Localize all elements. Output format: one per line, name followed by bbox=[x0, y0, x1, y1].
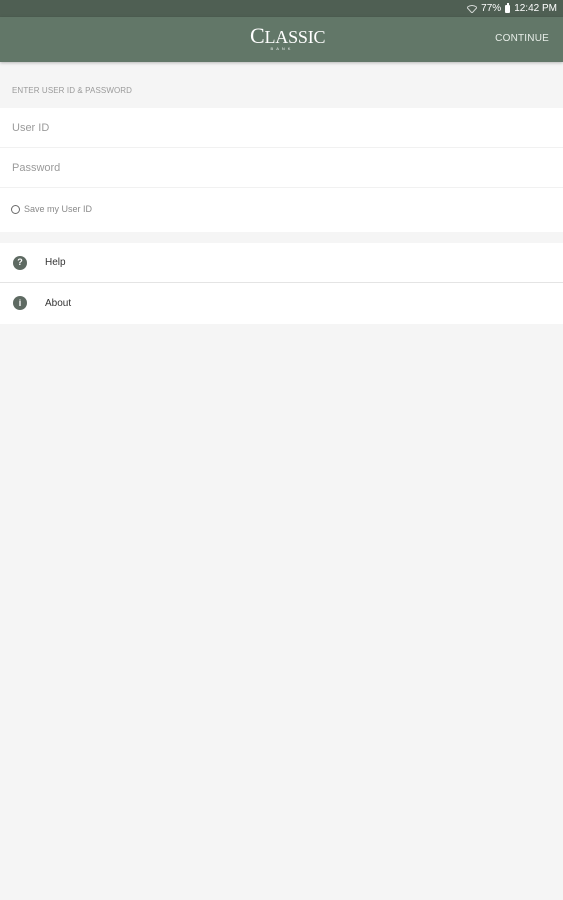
battery-icon bbox=[505, 3, 511, 13]
menu-item-help[interactable]: ? Help bbox=[0, 243, 563, 283]
menu-item-label: Help bbox=[45, 257, 66, 268]
menu-list: ? Help i About bbox=[0, 243, 563, 324]
app-bar: CLASSIC BANK CONTINUE bbox=[0, 17, 563, 62]
logo-wordmark: CLASSIC bbox=[250, 23, 326, 48]
continue-button[interactable]: CONTINUE bbox=[495, 33, 549, 44]
bank-logo: CLASSIC BANK bbox=[250, 23, 326, 54]
login-section-header: ENTER USER ID & PASSWORD bbox=[12, 86, 133, 95]
user-id-row bbox=[0, 108, 563, 148]
logo-subtitle: BANK bbox=[270, 46, 294, 51]
help-icon: ? bbox=[13, 255, 27, 270]
password-row bbox=[0, 148, 563, 188]
clock: 12:42 PM bbox=[514, 3, 557, 14]
user-id-input[interactable] bbox=[12, 118, 552, 138]
save-user-id-radio[interactable] bbox=[11, 204, 20, 214]
menu-item-label: About bbox=[45, 297, 72, 309]
save-user-id-option[interactable]: Save my User ID bbox=[11, 204, 92, 214]
save-user-id-label: Save my User ID bbox=[24, 204, 93, 214]
battery-percent: 77% bbox=[481, 3, 502, 14]
info-icon: i bbox=[13, 296, 27, 310]
wifi-icon bbox=[467, 4, 478, 13]
menu-item-about[interactable]: i About bbox=[0, 283, 563, 323]
login-form: Save my User ID bbox=[0, 108, 563, 232]
password-input[interactable] bbox=[12, 158, 552, 178]
status-bar: 77% 12:42 PM bbox=[0, 0, 563, 17]
